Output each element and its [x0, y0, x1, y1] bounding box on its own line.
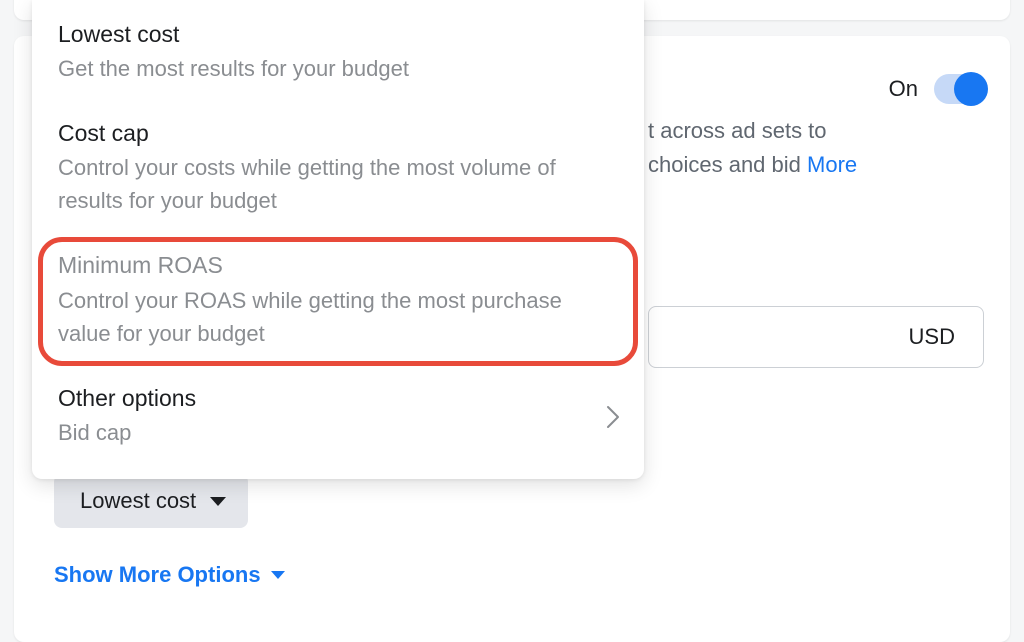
- chevron-right-icon: [606, 405, 620, 429]
- show-more-options-link[interactable]: Show More Options: [54, 562, 285, 588]
- caret-down-icon: [271, 571, 285, 579]
- description-line2: choices and bid: [648, 152, 801, 177]
- menu-item-desc: Control your ROAS while getting the most…: [58, 284, 618, 350]
- description-text: t across ad sets to choices and bid More: [648, 114, 984, 182]
- toggle-label: On: [889, 76, 918, 102]
- optimization-toggle-row: On: [889, 74, 986, 104]
- bid-strategy-dropdown[interactable]: Lowest cost: [54, 474, 248, 528]
- bid-strategy-menu: Lowest cost Get the most results for you…: [32, 0, 644, 479]
- menu-item-title: Other options: [58, 382, 618, 414]
- learn-more-link[interactable]: More: [807, 152, 857, 177]
- menu-item-title: Minimum ROAS: [58, 249, 618, 281]
- description-line1: t across ad sets to: [648, 118, 827, 143]
- menu-item-lowest-cost[interactable]: Lowest cost Get the most results for you…: [32, 0, 644, 103]
- optimization-toggle[interactable]: [934, 74, 986, 104]
- bid-strategy-selected-label: Lowest cost: [80, 488, 196, 514]
- currency-code: USD: [909, 324, 955, 350]
- menu-item-desc: Control your costs while getting the mos…: [58, 151, 618, 217]
- menu-item-cost-cap[interactable]: Cost cap Control your costs while gettin…: [32, 103, 644, 235]
- caret-down-icon: [210, 497, 226, 506]
- menu-item-title: Cost cap: [58, 117, 618, 149]
- menu-item-other-options[interactable]: Other options Bid cap: [32, 368, 644, 467]
- menu-item-title: Lowest cost: [58, 18, 618, 50]
- budget-input-row[interactable]: USD: [648, 306, 984, 368]
- menu-item-desc: Get the most results for your budget: [58, 52, 618, 85]
- toggle-knob: [954, 72, 988, 106]
- show-more-label: Show More Options: [54, 562, 261, 588]
- menu-item-desc: Bid cap: [58, 416, 618, 449]
- menu-item-minimum-roas[interactable]: Minimum ROAS Control your ROAS while get…: [32, 235, 644, 367]
